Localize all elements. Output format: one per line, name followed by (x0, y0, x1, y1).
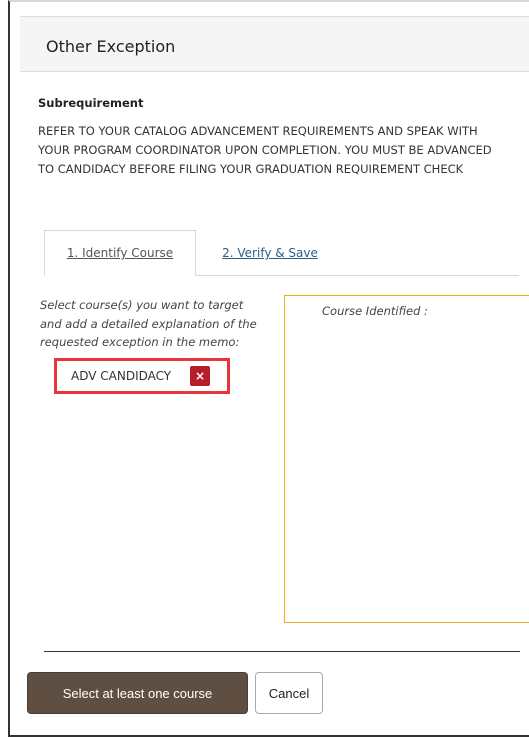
subrequirement-text: REFER TO YOUR CATALOG ADVANCEMENT REQUIR… (38, 124, 492, 176)
tab-bar: 1. Identify Course 2. Verify & Save (44, 230, 519, 276)
cancel-button[interactable]: Cancel (255, 672, 323, 714)
selected-course-chip[interactable]: ADV CANDIDACY × (54, 358, 230, 394)
dialog-header: Other Exception (20, 16, 529, 72)
course-identified-title: Course Identified : (322, 304, 428, 318)
footer-divider (44, 651, 520, 652)
subrequirement-label: Subrequirement (38, 96, 144, 110)
selection-instruction: Select course(s) you want to target and … (40, 298, 257, 349)
selected-course-label: ADV CANDIDACY (71, 369, 172, 383)
tab-verify-save[interactable]: 2. Verify & Save (214, 230, 326, 276)
other-exception-dialog: Other Exception Subrequirement REFER TO … (8, 0, 529, 737)
tab-identify-course[interactable]: 1. Identify Course (44, 230, 196, 276)
close-icon[interactable]: × (190, 366, 210, 386)
select-course-button[interactable]: Select at least one course (27, 672, 248, 714)
dialog-title: Other Exception (46, 37, 176, 56)
course-identified-panel: Course Identified : (284, 295, 529, 623)
